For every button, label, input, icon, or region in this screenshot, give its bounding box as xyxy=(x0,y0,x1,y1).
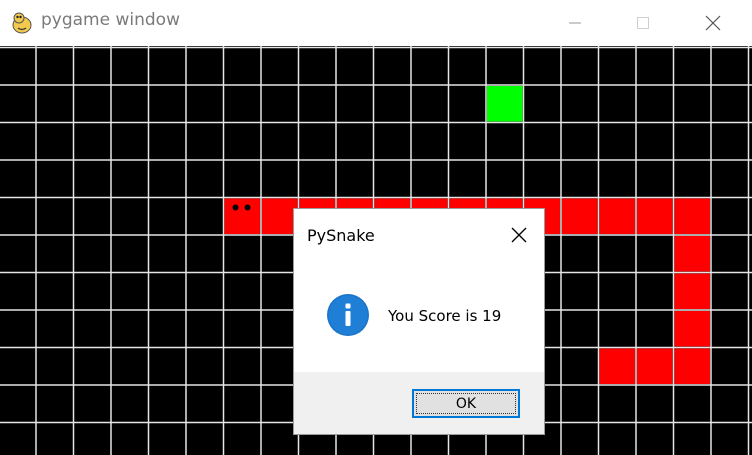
maximize-button[interactable] xyxy=(620,0,666,46)
snake-eye xyxy=(232,204,239,211)
snake-segment xyxy=(674,348,710,384)
snake-segment xyxy=(599,348,635,384)
dialog-footer: OK xyxy=(294,372,544,434)
info-icon xyxy=(327,294,369,336)
minimize-icon xyxy=(569,22,581,24)
snake-segment xyxy=(674,236,710,272)
dialog-close-button[interactable] xyxy=(504,220,534,250)
dialog-title: PySnake xyxy=(307,226,375,245)
score-dialog: PySnake You Score is 19 OK xyxy=(293,208,545,435)
title-bar: pygame window xyxy=(0,0,752,46)
snake-segment xyxy=(599,198,635,234)
snake-segment xyxy=(674,311,710,347)
focus-outline xyxy=(416,393,516,414)
food-block xyxy=(487,86,523,122)
score-message: You Score is 19 xyxy=(388,307,502,325)
close-button[interactable] xyxy=(690,0,736,46)
maximize-icon xyxy=(637,17,649,29)
snake-segment xyxy=(674,273,710,309)
ok-button[interactable]: OK xyxy=(412,389,520,418)
close-icon xyxy=(705,15,721,31)
pygame-snake-icon xyxy=(12,12,32,34)
snake-segment xyxy=(674,198,710,234)
snake-segment xyxy=(637,348,673,384)
snake-segment xyxy=(562,198,598,234)
snake-eye xyxy=(244,204,251,211)
close-icon xyxy=(511,227,527,243)
minimize-button[interactable] xyxy=(552,0,598,46)
snake-segment xyxy=(637,198,673,234)
window-title: pygame window xyxy=(41,10,180,30)
snake-head xyxy=(224,198,260,234)
